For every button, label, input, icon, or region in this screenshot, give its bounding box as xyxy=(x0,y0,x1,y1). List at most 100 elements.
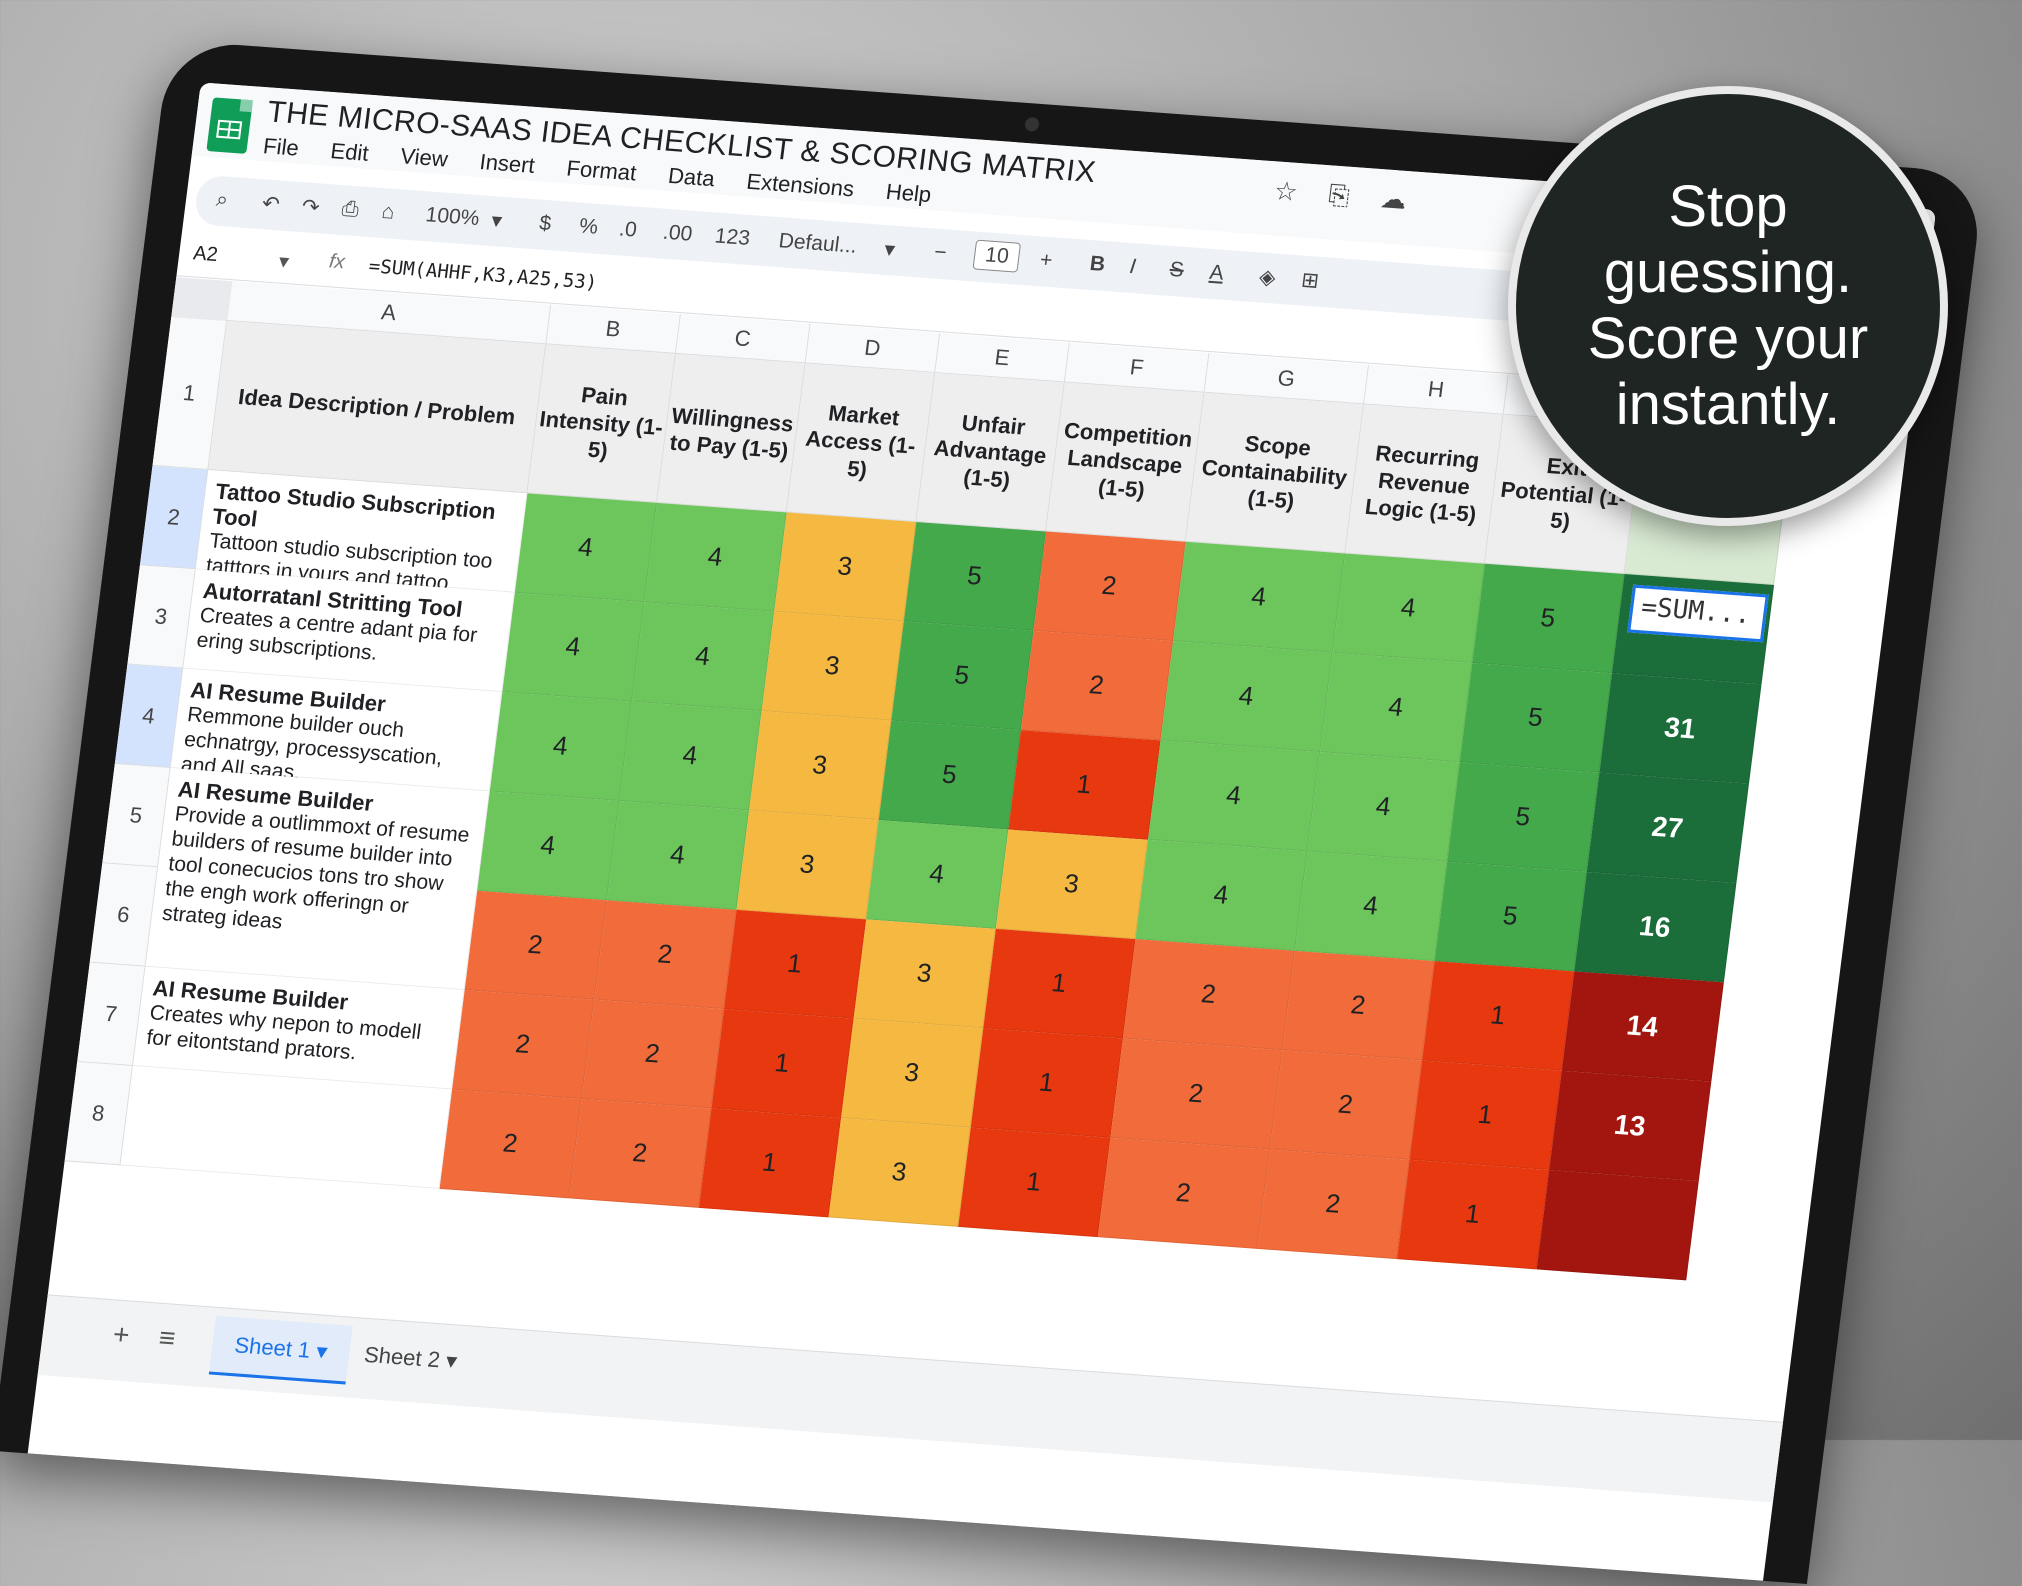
menu-extensions[interactable]: Extensions xyxy=(745,169,855,202)
score-cell[interactable]: 5 xyxy=(1434,861,1587,972)
header-idea-description[interactable]: Idea Description / Problem xyxy=(208,320,547,494)
add-sheet-button[interactable]: + xyxy=(111,1318,131,1351)
cloud-status-icon[interactable]: ☁ xyxy=(1379,183,1409,215)
all-sheets-button[interactable]: ≡ xyxy=(157,1322,177,1355)
score-cell[interactable]: 3 xyxy=(774,512,917,622)
score-cell[interactable]: 4 xyxy=(1148,740,1321,852)
score-cell[interactable]: 1 xyxy=(1008,730,1161,840)
header-recurring-revenue[interactable]: Recurring Revenue Logic (1-5) xyxy=(1345,404,1504,564)
score-cell[interactable]: 2 xyxy=(464,890,607,1000)
score-cell[interactable]: 2 xyxy=(439,1089,582,1199)
tab-sheet-2[interactable]: Sheet 2 ▾ xyxy=(339,1325,483,1391)
score-cell[interactable]: 3 xyxy=(828,1118,971,1227)
move-folder-icon[interactable]: ⎘ xyxy=(1327,179,1352,210)
strikethrough-icon[interactable]: S xyxy=(1168,258,1185,283)
percent-button[interactable]: % xyxy=(578,215,600,240)
total-score-cell[interactable]: 16 xyxy=(1574,871,1737,983)
select-all-corner[interactable] xyxy=(171,277,234,323)
score-cell[interactable]: 4 xyxy=(1135,839,1308,951)
score-cell[interactable]: 2 xyxy=(1257,1149,1410,1260)
font-select[interactable]: Defaul... xyxy=(777,229,858,259)
idea-cell[interactable]: AI Resume Builder Provide a outlimmoxt o… xyxy=(145,768,490,991)
score-cell[interactable]: 2 xyxy=(1033,531,1186,642)
score-cell[interactable]: 4 xyxy=(1173,541,1346,653)
font-size-decrease-icon[interactable]: − xyxy=(933,241,948,266)
score-cell[interactable]: 4 xyxy=(489,692,632,801)
bold-button[interactable]: B xyxy=(1088,252,1107,277)
total-score-cell[interactable]: 13 xyxy=(1549,1070,1712,1182)
undo-icon[interactable]: ↶ xyxy=(260,191,281,217)
score-cell[interactable]: 5 xyxy=(1472,563,1625,674)
score-cell[interactable]: 3 xyxy=(853,919,996,1029)
sheets-logo-icon[interactable] xyxy=(206,97,253,154)
score-cell[interactable]: 4 xyxy=(619,701,762,811)
score-cell[interactable]: 4 xyxy=(1307,752,1460,862)
score-cell[interactable]: 2 xyxy=(1269,1050,1423,1160)
score-cell[interactable]: 3 xyxy=(841,1018,984,1128)
score-cell[interactable]: 2 xyxy=(1122,939,1296,1051)
fill-color-icon[interactable]: ◈ xyxy=(1258,265,1277,291)
header-market-access[interactable]: Market Access (1-5) xyxy=(786,363,936,522)
score-cell[interactable]: 2 xyxy=(594,900,737,1010)
score-cell[interactable]: 1 xyxy=(698,1108,842,1218)
currency-button[interactable]: $ xyxy=(538,212,553,237)
score-cell[interactable]: 2 xyxy=(1110,1038,1283,1150)
header-competition-landscape[interactable]: Competition Landscape (1-5) xyxy=(1046,382,1205,542)
total-score-cell[interactable]: 14 xyxy=(1561,971,1724,1082)
tab-sheet-1[interactable]: Sheet 1 ▾ xyxy=(208,1315,353,1385)
score-cell[interactable]: 3 xyxy=(761,611,904,721)
score-cell[interactable]: 1 xyxy=(1422,961,1575,1071)
score-cell[interactable]: 4 xyxy=(514,493,658,603)
score-cell[interactable]: 4 xyxy=(1160,641,1333,753)
font-size-input[interactable]: 10 xyxy=(972,239,1022,273)
header-scope-containability[interactable]: Scope Containability (1-5) xyxy=(1185,392,1365,554)
score-cell[interactable]: 5 xyxy=(1459,663,1612,773)
menu-insert[interactable]: Insert xyxy=(478,149,536,178)
score-cell[interactable]: 2 xyxy=(581,999,724,1109)
search-icon[interactable]: ⌕ xyxy=(215,188,230,213)
borders-icon[interactable]: ⊞ xyxy=(1300,268,1321,294)
font-size-increase-icon[interactable]: + xyxy=(1039,248,1054,273)
score-cell[interactable]: 2 xyxy=(1020,630,1174,741)
score-cell[interactable]: 1 xyxy=(958,1127,1111,1238)
score-cell[interactable]: 1 xyxy=(1409,1060,1562,1171)
score-cell[interactable]: 4 xyxy=(502,592,645,702)
zoom-select[interactable]: 100% xyxy=(424,203,480,231)
menu-help[interactable]: Help xyxy=(884,179,932,207)
score-cell[interactable]: 3 xyxy=(995,829,1149,940)
score-cell[interactable]: 1 xyxy=(1396,1159,1550,1270)
menu-file[interactable]: File xyxy=(262,133,300,160)
paint-format-icon[interactable]: ⌂ xyxy=(380,200,396,225)
number-format-button[interactable]: 123 xyxy=(713,225,752,251)
increase-decimal-button[interactable]: .00 xyxy=(662,221,694,247)
score-cell[interactable]: 2 xyxy=(569,1099,712,1208)
score-cell[interactable]: 1 xyxy=(983,928,1136,1039)
print-icon[interactable]: ⎙ xyxy=(340,197,361,222)
score-cell[interactable]: 2 xyxy=(1097,1137,1270,1249)
score-cell[interactable]: 5 xyxy=(878,720,1021,830)
score-cell[interactable]: 4 xyxy=(644,502,787,612)
menu-data[interactable]: Data xyxy=(667,163,716,191)
score-cell[interactable]: 1 xyxy=(970,1028,1123,1138)
score-cell[interactable]: 3 xyxy=(736,810,879,920)
score-cell[interactable]: 3 xyxy=(749,711,892,821)
score-cell[interactable]: 4 xyxy=(477,791,620,901)
score-cell[interactable]: 4 xyxy=(606,800,750,910)
score-cell[interactable]: 4 xyxy=(631,602,775,712)
menu-format[interactable]: Format xyxy=(565,155,638,185)
formula-input[interactable]: =SUM(AHHF,K3,A25,53) xyxy=(368,255,599,294)
header-pain-intensity[interactable]: Pain Intensity (1-5) xyxy=(527,344,676,503)
score-cell[interactable]: 5 xyxy=(903,521,1047,631)
score-cell[interactable]: 2 xyxy=(1282,950,1435,1061)
italic-button[interactable]: I xyxy=(1128,255,1137,279)
decrease-decimal-button[interactable]: .0 xyxy=(618,217,638,242)
text-color-icon[interactable]: A xyxy=(1208,261,1225,286)
active-cell-editor[interactable]: =SUM... xyxy=(1627,584,1769,643)
header-unfair-advantage[interactable]: Unfair Advantage (1-5) xyxy=(916,372,1065,532)
menu-view[interactable]: View xyxy=(399,143,449,171)
score-cell[interactable]: 5 xyxy=(891,621,1034,731)
score-cell[interactable]: 4 xyxy=(1332,553,1485,664)
menu-edit[interactable]: Edit xyxy=(329,138,370,166)
score-cell[interactable]: 5 xyxy=(1447,762,1600,872)
score-cell[interactable]: 2 xyxy=(452,990,595,1100)
